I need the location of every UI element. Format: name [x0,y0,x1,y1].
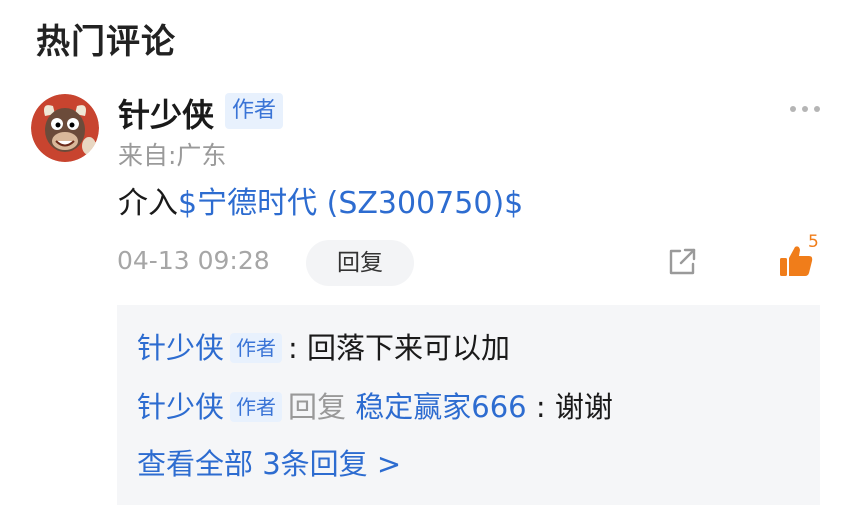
timestamp: 04-13 09:28 [117,246,270,275]
share-icon[interactable] [666,246,698,278]
reply-separator: : [288,331,298,365]
reply-author-badge: 作者 [230,392,283,422]
content-prefix: 介入 [118,186,178,221]
reply-author[interactable]: 针少侠 [137,390,224,424]
reply-word: 回复 [288,390,347,424]
reply-author-badge: 作者 [230,333,283,363]
reply-text: 谢谢 [554,390,613,424]
avatar[interactable] [31,94,99,162]
reply-item[interactable]: 针少侠 作者: 回落下来可以加 [137,325,510,367]
reply-target[interactable]: 稳定赢家666 [355,390,526,424]
author-name[interactable]: 针少侠 [118,90,214,136]
reply-item[interactable]: 针少侠 作者 回复 稳定赢家666 : 谢谢 [137,384,613,426]
bull-avatar-icon [31,94,99,162]
reply-separator: : [535,390,546,424]
author-badge: 作者 [225,93,283,129]
replies-box: 针少侠 作者: 回落下来可以加 针少侠 作者 回复 稳定赢家666 : 谢谢 查看全部… [117,305,820,505]
section-title: 热门评论 [36,22,176,62]
like-count: 5 [808,232,819,252]
reply-button[interactable]: 回复 [306,240,414,286]
comment-content: 介入$宁德时代 (SZ300750)$ [118,178,523,222]
reply-author[interactable]: 针少侠 [137,331,224,365]
location-label: 来自:广东 [118,141,227,170]
reply-text: 回落下来可以加 [307,331,511,365]
stock-link[interactable]: $宁德时代 (SZ300750)$ [178,186,523,221]
more-dots-icon[interactable] [788,100,822,118]
view-all-replies-link[interactable]: 查看全部 3条回复 > [137,441,401,483]
